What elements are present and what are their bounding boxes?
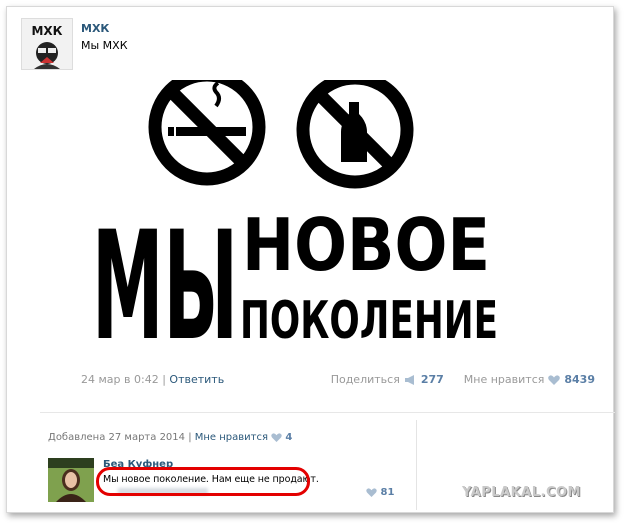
comment-like-label[interactable]: Мне нравится — [195, 432, 268, 443]
heart-icon[interactable] — [271, 432, 282, 442]
post-actions: Поделиться 277 Мне нравится 8439 — [331, 373, 595, 386]
mxk-logo-icon: МХК — [22, 19, 72, 69]
comment-added-info: Добавлена 27 марта 2014 | Мне нравится 4 — [48, 432, 292, 443]
no-alcohol-icon — [296, 80, 414, 189]
post-meta: 24 мар в 0:42 | Ответить — [81, 373, 224, 386]
poster-line-1: НОВОЕ — [242, 203, 490, 287]
comment-like-count: 4 — [285, 432, 293, 443]
poster-line-2: ПОКОЛЕНИЕ — [240, 291, 498, 350]
comment-likes[interactable]: 81 — [366, 487, 394, 498]
share-count: 277 — [420, 373, 444, 386]
post-divider — [40, 412, 615, 413]
post-author-link[interactable]: МХК — [81, 22, 109, 35]
commenter-photo-icon — [48, 458, 94, 502]
like-count: 8439 — [564, 373, 595, 386]
comment-added-date: Добавлена 27 марта 2014 — [48, 432, 186, 443]
watermark: YAPLAKAL.COM — [462, 485, 581, 500]
heart-icon — [366, 487, 377, 497]
poster-image: МЫ НОВОЕ ПОКОЛЕНИЕ — [92, 80, 498, 350]
share-button-label[interactable]: Поделиться — [331, 373, 400, 386]
heart-icon[interactable] — [548, 374, 561, 385]
like-button-label[interactable]: Мне нравится — [464, 373, 545, 386]
commenter-avatar[interactable] — [48, 458, 94, 502]
comment-likes-count: 81 — [380, 487, 395, 498]
highlight-oval — [96, 467, 310, 496]
post-date-link[interactable]: 24 мар в 0:42 — [81, 373, 159, 386]
avatar-logo-text: МХК — [31, 24, 62, 38]
group-avatar[interactable]: МХК — [21, 18, 73, 70]
comment-separator: | — [188, 432, 192, 443]
meta-separator: | — [162, 373, 166, 386]
megaphone-icon[interactable] — [404, 374, 417, 385]
no-smoking-icon — [148, 80, 266, 186]
poster-big-word: МЫ — [92, 200, 238, 350]
post-text: Мы МХК — [81, 39, 128, 52]
reply-link[interactable]: Ответить — [169, 373, 224, 386]
